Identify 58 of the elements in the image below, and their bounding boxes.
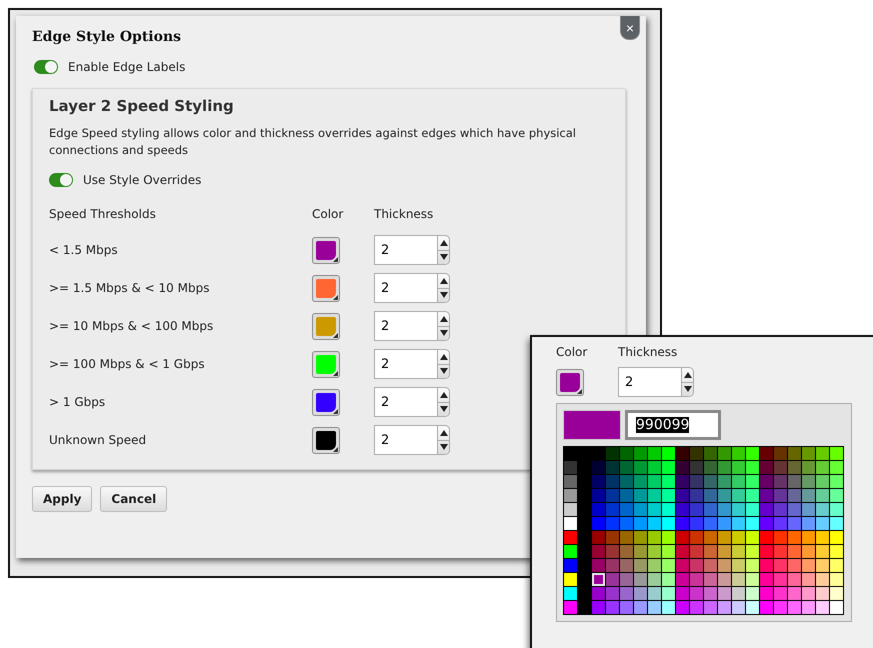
toggle-switch[interactable] [34,60,58,74]
color-swatch[interactable] [312,350,340,378]
cancel-button[interactable]: Cancel [100,486,168,512]
down-arrow-icon [440,292,448,298]
threshold-label: < 1.5 Mbps [49,243,119,257]
thickness-spinner[interactable]: 2 [374,273,450,303]
section-title: Layer 2 Speed Styling [49,97,235,115]
thickness-spinner[interactable]: 2 [374,425,450,455]
threshold-label: >= 10 Mbps & < 100 Mbps [49,319,214,333]
color-swatch[interactable] [312,388,340,416]
section-description: Edge Speed styling allows color and thickness overrides against edges which have physical connections and speeds [49,125,578,159]
column-header: Color [556,345,588,361]
color-swatch[interactable] [312,426,340,454]
apply-button[interactable]: Apply [32,486,92,512]
thickness-spinner[interactable]: 2 [374,387,450,417]
toggle-label: Use Style Overrides [83,173,202,187]
down-arrow-icon [440,254,448,260]
threshold-label: >= 100 Mbps & < 1 Gbps [49,357,206,371]
column-header: Color [312,207,344,223]
corner-icon [577,388,582,394]
up-arrow-icon [440,240,448,246]
color-swatch[interactable] [312,236,340,264]
hex-field[interactable]: 990099 [625,410,721,440]
column-header: Thickness [374,207,434,223]
corner-icon [333,256,338,262]
corner-icon [333,370,338,376]
down-arrow-icon [440,444,448,450]
color-swatch[interactable] [556,368,584,396]
down-arrow-icon [684,386,692,392]
corner-icon [333,408,338,414]
corner-icon [333,332,338,338]
thickness-spinner[interactable]: 2 [374,349,450,379]
toggle-label: Enable Edge Labels [68,60,186,74]
down-arrow-icon [440,330,448,336]
up-arrow-icon [440,354,448,360]
up-arrow-icon [684,372,692,378]
up-arrow-icon [440,430,448,436]
up-arrow-icon [440,316,448,322]
color-swatch[interactable] [312,274,340,302]
close-button[interactable]: × [620,16,640,40]
color-palette-drawing[interactable] [563,446,844,615]
thickness-spinner[interactable]: 2 [374,311,450,341]
down-arrow-icon [440,406,448,412]
column-header: Speed Thresholds [49,207,157,223]
thickness-spinner[interactable]: 2 [618,367,694,397]
threshold-label: >= 1.5 Mbps & < 10 Mbps [49,281,210,295]
up-arrow-icon [440,392,448,398]
column-header: Thickness [618,345,678,361]
corner-icon [333,446,338,452]
dialog-title: Edge Style Options [32,28,182,47]
color-swatch[interactable] [312,312,340,340]
toggle-switch[interactable] [49,173,73,187]
thickness-spinner[interactable]: 2 [374,235,450,265]
down-arrow-icon [440,368,448,374]
up-arrow-icon [440,278,448,284]
threshold-label: Unknown Speed [49,433,148,447]
corner-icon [333,294,338,300]
threshold-label: > 1 Gbps [49,395,106,409]
